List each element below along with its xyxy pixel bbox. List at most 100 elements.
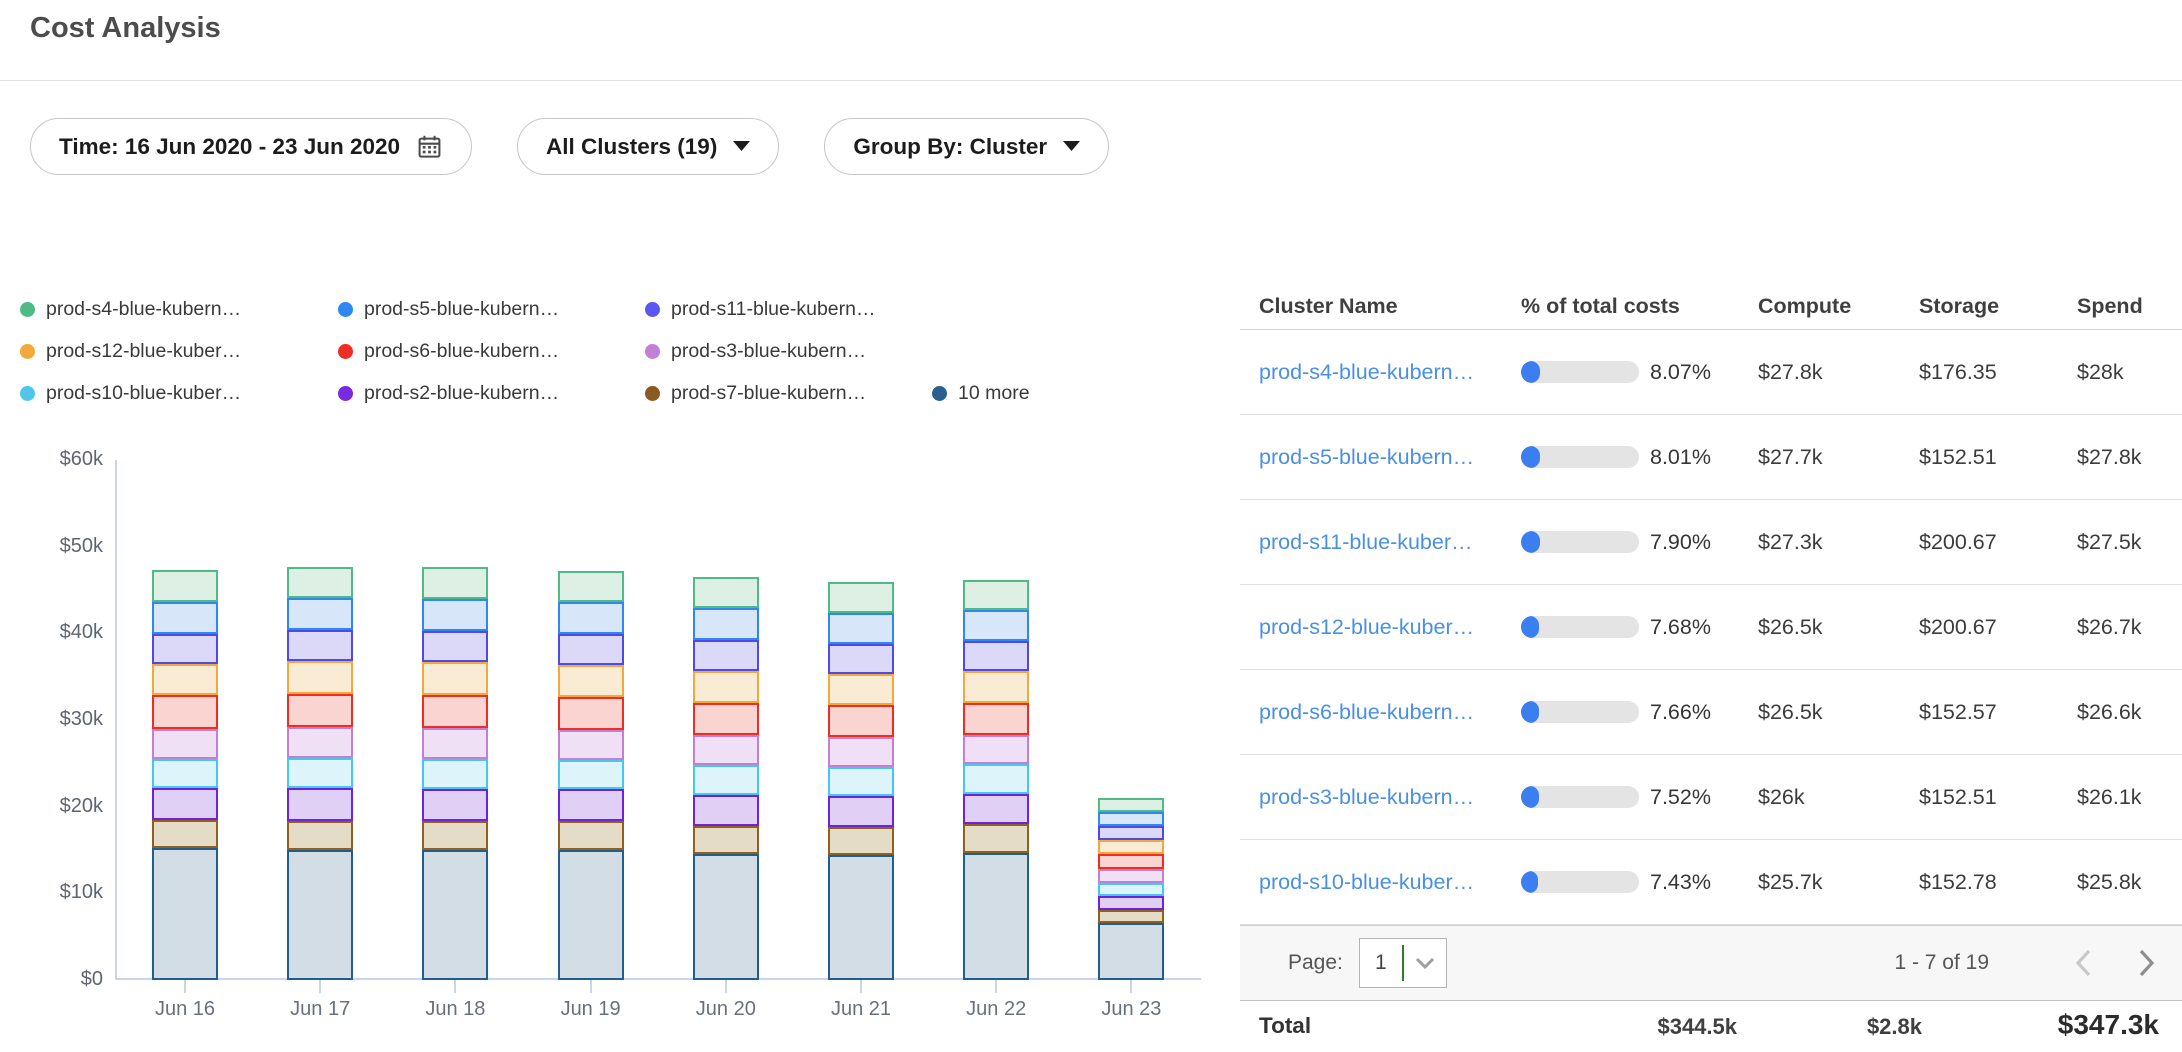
bar-segment[interactable] <box>693 671 759 703</box>
bar-segment[interactable] <box>422 759 488 789</box>
bar-segment[interactable] <box>963 671 1029 702</box>
bar-segment[interactable] <box>828 767 894 796</box>
bar-segment[interactable] <box>693 640 759 670</box>
bar-segment[interactable] <box>558 634 624 664</box>
bar-segment[interactable] <box>287 850 353 980</box>
legend-item[interactable]: prod-s10-blue-kuber… <box>20 380 241 406</box>
bar-segment[interactable] <box>963 853 1029 980</box>
bar-segment[interactable] <box>828 796 894 826</box>
bar-segment[interactable] <box>963 735 1029 764</box>
bar-segment[interactable] <box>287 758 353 788</box>
bar-segment[interactable] <box>963 580 1029 609</box>
bar-segment[interactable] <box>1098 812 1164 826</box>
bar-segment[interactable] <box>422 662 488 695</box>
groupby-filter-button[interactable]: Group By: Cluster <box>824 118 1109 175</box>
bar-segment[interactable] <box>693 703 759 735</box>
bar-segment[interactable] <box>693 795 759 826</box>
next-page-button[interactable] <box>2138 948 2156 978</box>
bar-segment[interactable] <box>828 705 894 737</box>
bar-segment[interactable] <box>558 697 624 730</box>
legend-item[interactable]: 10 more <box>932 380 1030 406</box>
bar-segment[interactable] <box>1098 923 1164 980</box>
bar-segment[interactable] <box>693 735 759 765</box>
bar-segment[interactable] <box>693 765 759 794</box>
legend-item[interactable]: prod-s5-blue-kubern… <box>338 296 559 322</box>
bar-segment[interactable] <box>828 827 894 856</box>
bar-segment[interactable] <box>828 674 894 705</box>
bar-segment[interactable] <box>558 665 624 697</box>
bar-segment[interactable] <box>152 602 218 634</box>
bar-segment[interactable] <box>828 644 894 674</box>
cluster-name-link[interactable]: prod-s4-blue-kubern… <box>1259 360 1521 385</box>
page-select[interactable]: 1 <box>1359 938 1447 988</box>
bar-segment[interactable] <box>287 567 353 598</box>
bar-segment[interactable] <box>558 821 624 850</box>
legend-item[interactable]: prod-s11-blue-kubern… <box>645 296 876 322</box>
bar-segment[interactable] <box>1098 798 1164 812</box>
bar-segment[interactable] <box>422 789 488 820</box>
clusters-filter-button[interactable]: All Clusters (19) <box>517 118 779 175</box>
bar-segment[interactable] <box>558 602 624 634</box>
bar-segment[interactable] <box>152 759 218 788</box>
bar-segment[interactable] <box>963 610 1029 641</box>
bar-segment[interactable] <box>828 855 894 980</box>
bar-segment[interactable] <box>422 695 488 728</box>
bar-segment[interactable] <box>1098 826 1164 840</box>
bar-segment[interactable] <box>558 730 624 760</box>
cluster-name-link[interactable]: prod-s12-blue-kuber… <box>1259 615 1521 640</box>
bar-segment[interactable] <box>422 728 488 759</box>
cluster-name-link[interactable]: prod-s5-blue-kubern… <box>1259 445 1521 470</box>
bar-segment[interactable] <box>1098 840 1164 855</box>
bar-segment[interactable] <box>152 729 218 759</box>
bar-segment[interactable] <box>828 737 894 766</box>
bar-segment[interactable] <box>963 641 1029 671</box>
bar-segment[interactable] <box>693 854 759 980</box>
bar-segment[interactable] <box>287 727 353 758</box>
bar-segment[interactable] <box>152 695 218 729</box>
bar-segment[interactable] <box>693 826 759 855</box>
bar-segment[interactable] <box>1098 869 1164 883</box>
bar-segment[interactable] <box>963 703 1029 735</box>
legend-item[interactable]: prod-s6-blue-kubern… <box>338 338 559 364</box>
bar-segment[interactable] <box>1098 910 1164 923</box>
cluster-name-link[interactable]: prod-s6-blue-kubern… <box>1259 700 1521 725</box>
bar-segment[interactable] <box>287 694 353 727</box>
cluster-name-link[interactable]: prod-s11-blue-kuber… <box>1259 530 1521 555</box>
bar-segment[interactable] <box>287 598 353 630</box>
legend-item[interactable]: prod-s12-blue-kuber… <box>20 338 241 364</box>
bar-segment[interactable] <box>1098 854 1164 869</box>
legend-item[interactable]: prod-s2-blue-kubern… <box>338 380 559 406</box>
bar-segment[interactable] <box>287 630 353 661</box>
bar-segment[interactable] <box>287 661 353 694</box>
bar-segment[interactable] <box>422 631 488 662</box>
bar-segment[interactable] <box>287 788 353 820</box>
bar-segment[interactable] <box>152 664 218 695</box>
bar-segment[interactable] <box>422 850 488 980</box>
bar-segment[interactable] <box>1098 896 1164 910</box>
legend-item[interactable]: prod-s7-blue-kubern… <box>645 380 866 406</box>
bar-segment[interactable] <box>558 571 624 602</box>
bar-segment[interactable] <box>963 824 1029 853</box>
bar-segment[interactable] <box>1098 883 1164 896</box>
bar-segment[interactable] <box>422 567 488 598</box>
prev-page-button[interactable] <box>2074 948 2092 978</box>
bar-segment[interactable] <box>152 570 218 602</box>
cluster-name-link[interactable]: prod-s3-blue-kubern… <box>1259 785 1521 810</box>
bar-segment[interactable] <box>558 789 624 820</box>
bar-segment[interactable] <box>152 820 218 849</box>
bar-segment[interactable] <box>287 821 353 850</box>
cluster-name-link[interactable]: prod-s10-blue-kuber… <box>1259 870 1521 895</box>
bar-segment[interactable] <box>558 760 624 789</box>
bar-segment[interactable] <box>152 788 218 819</box>
bar-segment[interactable] <box>152 634 218 663</box>
bar-segment[interactable] <box>152 848 218 980</box>
bar-segment[interactable] <box>693 577 759 608</box>
bar-segment[interactable] <box>828 582 894 612</box>
bar-segment[interactable] <box>693 608 759 640</box>
bar-segment[interactable] <box>558 850 624 980</box>
bar-segment[interactable] <box>963 794 1029 824</box>
bar-segment[interactable] <box>828 613 894 644</box>
legend-item[interactable]: prod-s3-blue-kubern… <box>645 338 866 364</box>
bar-segment[interactable] <box>963 764 1029 793</box>
time-range-filter-button[interactable]: Time: 16 Jun 2020 - 23 Jun 2020 <box>30 118 472 175</box>
